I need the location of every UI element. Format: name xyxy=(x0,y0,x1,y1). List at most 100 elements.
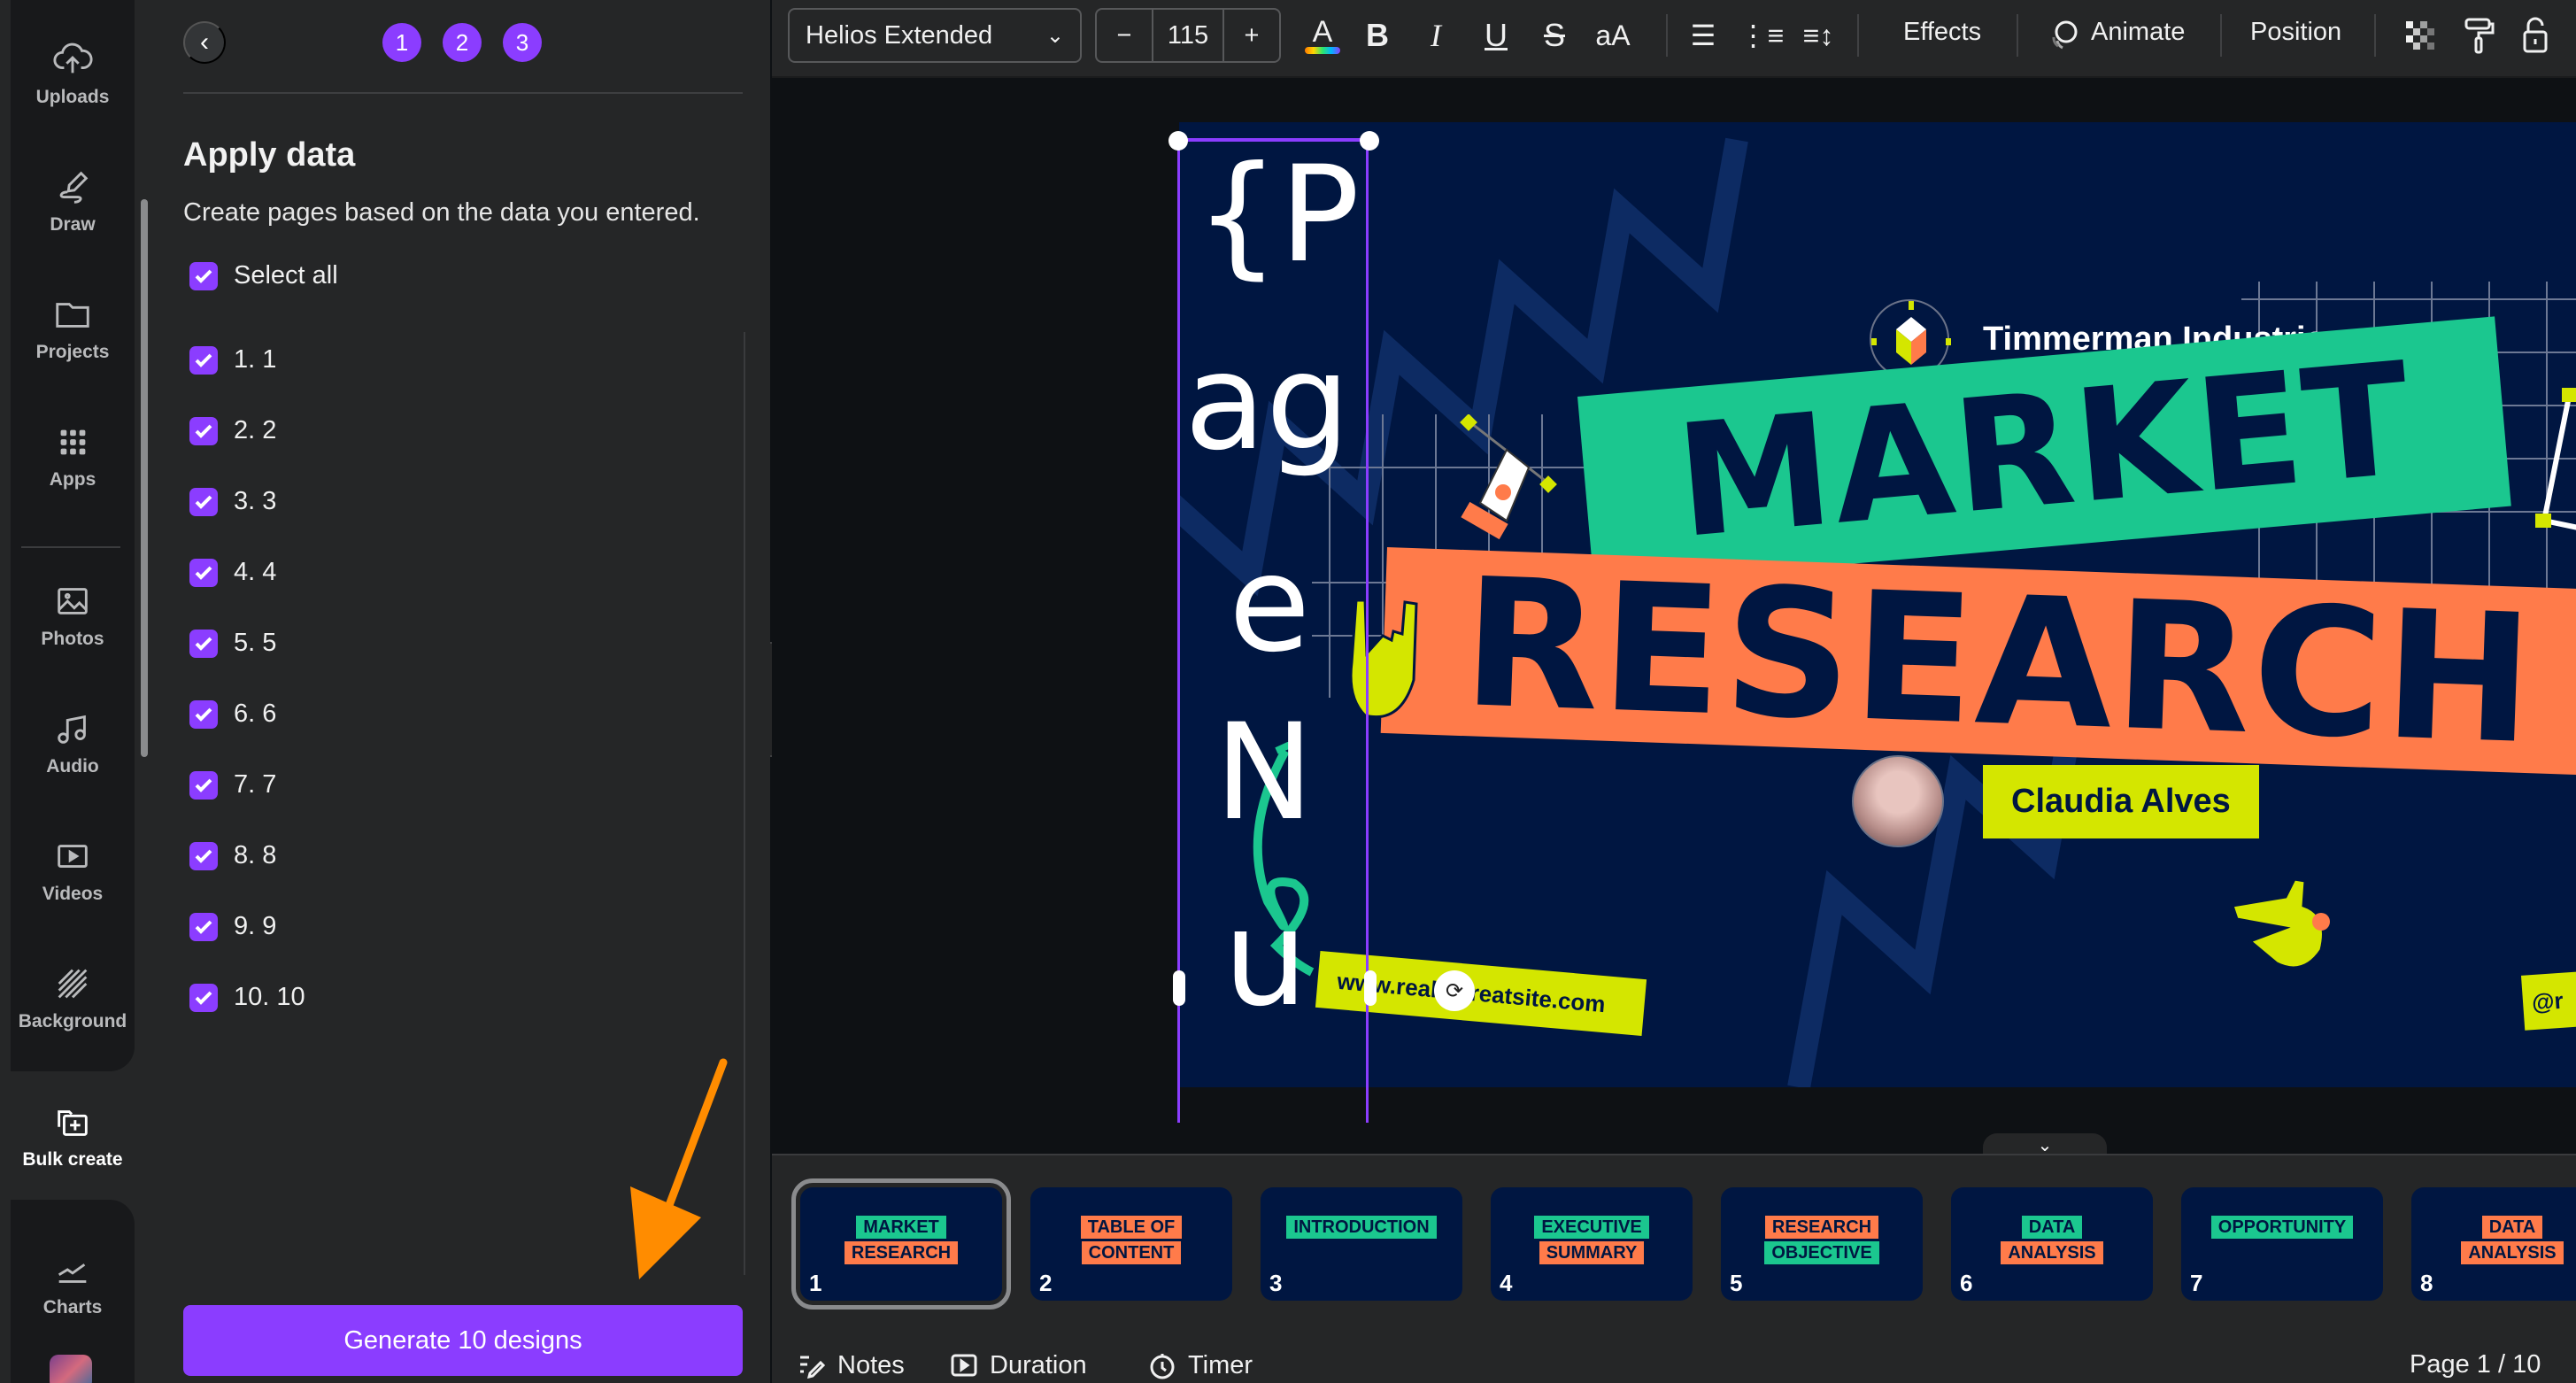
rail-item-projects[interactable]: Projects xyxy=(11,271,135,386)
thumbnail-title-line: RESEARCH xyxy=(844,1241,959,1264)
page-thumbnail[interactable]: MARKET RESEARCH 1 xyxy=(791,1178,1011,1310)
thumbnail-title-line: EXECUTIVE xyxy=(1534,1216,1649,1239)
rail-item-audio[interactable]: Audio xyxy=(11,685,135,800)
rail-item-background[interactable]: Background xyxy=(11,940,135,1055)
app-avatar-icon[interactable] xyxy=(50,1355,92,1383)
step-2[interactable]: 2 xyxy=(443,23,482,62)
transparency-button[interactable] xyxy=(2401,12,2440,58)
increase-font-size-button[interactable]: + xyxy=(1224,10,1279,61)
underline-button[interactable]: U xyxy=(1477,12,1516,58)
rail-item-photos[interactable]: Photos xyxy=(11,558,135,673)
page-thumbnail[interactable]: RESEARCH OBJECTIVE 5 xyxy=(1721,1187,1923,1301)
rail-item-bulk-create[interactable]: Bulk create xyxy=(11,1071,135,1200)
checkbox-checked[interactable] xyxy=(189,261,218,290)
page-indicator[interactable]: Page 1 / 10 xyxy=(2410,1350,2541,1379)
unlock-icon xyxy=(2523,17,2548,53)
position-button[interactable]: Position xyxy=(2250,18,2341,47)
data-row-checkbox[interactable]: 3. 3 xyxy=(189,487,276,516)
page-thumbnail[interactable]: DATA ANALYSIS 6 xyxy=(1951,1187,2153,1301)
toolbar-divider xyxy=(2017,14,2018,57)
checkbox-checked[interactable] xyxy=(189,912,218,941)
list-button[interactable]: ⋮≡ xyxy=(1739,12,1785,58)
font-family-dropdown[interactable]: Helios Extended ⌄ xyxy=(788,8,1082,63)
page-thumbnail[interactable]: EXECUTIVE SUMMARY 4 xyxy=(1491,1187,1693,1301)
rail-label: Photos xyxy=(41,629,104,649)
rail-item-charts[interactable]: Charts xyxy=(11,1226,135,1341)
resize-handle-right[interactable] xyxy=(1364,970,1377,1006)
thumbnail-number: 5 xyxy=(1730,1270,1743,1296)
thumbnail-title: OPPORTUNITY xyxy=(2181,1216,2383,1239)
text-color-button[interactable]: A xyxy=(1303,12,1342,58)
step-3[interactable]: 3 xyxy=(503,23,542,62)
checkbox-checked[interactable] xyxy=(189,416,218,445)
generate-designs-button[interactable]: Generate 10 designs xyxy=(183,1305,743,1376)
data-row-checkbox[interactable]: 4. 4 xyxy=(189,558,276,587)
page-thumbnail[interactable]: INTRODUCTION 3 xyxy=(1261,1187,1462,1301)
title-banner-research[interactable]: RESEARCH xyxy=(1380,540,2576,784)
presenter-name[interactable]: Claudia Alves xyxy=(1983,764,2259,838)
rail-label: Bulk create xyxy=(22,1148,123,1170)
resize-handle-left[interactable] xyxy=(1173,970,1185,1006)
animate-button[interactable]: Animate xyxy=(2091,18,2185,47)
checkbox-checked[interactable] xyxy=(189,770,218,800)
duration-button[interactable]: Duration xyxy=(949,1350,1087,1380)
checkbox-checked[interactable] xyxy=(189,345,218,375)
copy-style-button[interactable] xyxy=(2459,12,2498,58)
chart-line-icon xyxy=(58,1263,87,1283)
rotate-handle[interactable]: ⟳ xyxy=(1434,970,1475,1011)
step-1[interactable]: 1 xyxy=(382,23,421,62)
timer-button[interactable]: Timer xyxy=(1147,1350,1253,1380)
data-row-checkbox[interactable]: 2. 2 xyxy=(189,416,276,445)
notes-button[interactable]: Notes xyxy=(797,1350,905,1380)
checkbox-checked[interactable] xyxy=(189,699,218,729)
data-row-checkbox[interactable]: 10. 10 xyxy=(189,983,305,1012)
check-icon xyxy=(195,424,212,438)
rail-label: Projects xyxy=(35,342,110,362)
checkbox-checked[interactable] xyxy=(189,558,218,587)
back-button[interactable]: ‹ xyxy=(183,21,226,64)
checkbox-checked[interactable] xyxy=(189,487,218,516)
spacing-button[interactable]: ≡↕ xyxy=(1799,12,1838,58)
bold-button[interactable]: B xyxy=(1358,12,1397,58)
rail-item-apps[interactable]: Apps xyxy=(11,398,135,514)
resize-handle-top-right[interactable] xyxy=(1360,131,1379,151)
checkbox-checked[interactable] xyxy=(189,629,218,658)
rail-item-videos[interactable]: Videos xyxy=(11,813,135,928)
checkbox-checked[interactable] xyxy=(189,841,218,870)
font-size-input[interactable]: 115 xyxy=(1152,10,1224,61)
toolbar-divider xyxy=(2220,14,2222,57)
align-center-button[interactable]: ☰ xyxy=(1684,12,1723,58)
rail-label: Audio xyxy=(46,756,99,776)
check-icon xyxy=(195,707,212,722)
data-row-checkbox[interactable]: 7. 7 xyxy=(189,770,276,800)
page-thumbnail[interactable]: OPPORTUNITY 7 xyxy=(2181,1187,2383,1301)
page-thumbnail[interactable]: TABLE OF CONTENT 2 xyxy=(1030,1187,1232,1301)
select-all-checkbox[interactable]: Select all xyxy=(189,261,338,290)
timer-icon xyxy=(1150,1354,1175,1379)
rail-scrollbar[interactable] xyxy=(141,199,148,757)
thumbnail-number: 3 xyxy=(1269,1270,1283,1296)
data-row-checkbox[interactable]: 5. 5 xyxy=(189,629,276,658)
checkbox-checked[interactable] xyxy=(189,983,218,1012)
data-row-checkbox[interactable]: 8. 8 xyxy=(189,841,276,870)
data-row-label: 3. 3 xyxy=(234,487,277,515)
letter-case-button[interactable]: aA xyxy=(1588,12,1638,58)
lock-button[interactable] xyxy=(2516,12,2555,58)
rail-item-draw[interactable]: Draw xyxy=(11,143,135,259)
data-row-checkbox[interactable]: 6. 6 xyxy=(189,699,276,729)
decrease-font-size-button[interactable]: − xyxy=(1097,10,1152,61)
placeholder-text-chunk: ag xyxy=(1184,326,1351,480)
data-row-checkbox[interactable]: 9. 9 xyxy=(189,912,276,941)
thumbnail-title: TABLE OF CONTENT xyxy=(1030,1216,1232,1268)
social-handle-tag[interactable]: @r xyxy=(2520,969,2576,1031)
transparency-icon xyxy=(2406,21,2434,50)
data-row-checkbox[interactable]: 1. 1 xyxy=(189,345,276,375)
slide-canvas[interactable]: Timmerman Industries MARKET RESEARCH Cla… xyxy=(1179,122,2576,1087)
effects-button[interactable]: Effects xyxy=(1903,18,1981,47)
page-thumbnail[interactable]: DATA ANALYSIS 8 xyxy=(2411,1187,2576,1301)
strikethrough-button[interactable]: S xyxy=(1535,12,1574,58)
resize-handle-top-left[interactable] xyxy=(1168,131,1188,151)
italic-button[interactable]: I xyxy=(1416,12,1455,58)
rail-item-uploads[interactable]: Uploads xyxy=(11,16,135,131)
rainbow-swatch xyxy=(1305,47,1340,54)
